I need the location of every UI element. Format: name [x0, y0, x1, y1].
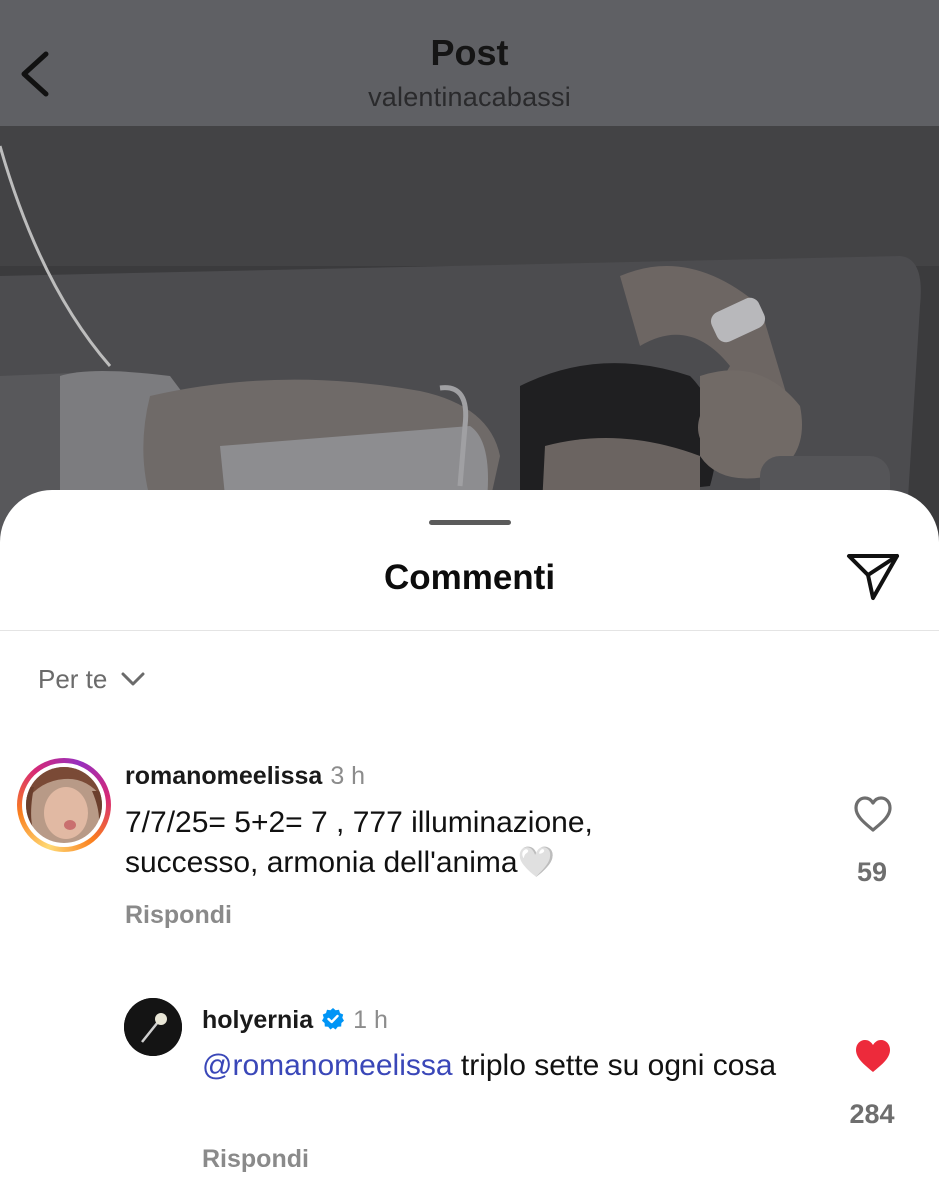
reply-button[interactable]: Rispondi: [202, 1145, 309, 1174]
avatar-image: [124, 998, 182, 1056]
like-button[interactable]: [852, 1036, 894, 1076]
sheet-drag-handle[interactable]: [429, 520, 511, 525]
reply-button[interactable]: Rispondi: [125, 901, 232, 930]
comment-username-text: holyernia: [202, 1006, 314, 1034]
sort-dropdown[interactable]: Per te: [38, 662, 147, 696]
sheet-title: Commenti: [383, 558, 556, 597]
comment-text: @romanomeelissa triplo sette su ogni cos…: [202, 1046, 802, 1086]
comment-username[interactable]: romanomeelissa 3 h: [125, 762, 365, 791]
avatar-image: [26, 767, 102, 843]
share-button[interactable]: [843, 548, 903, 604]
post-image: [0, 126, 939, 546]
verified-badge-icon: [322, 1008, 345, 1030]
comment-username[interactable]: holyernia 1 h: [202, 1006, 388, 1035]
comment-username-text: romanomeelissa: [125, 762, 323, 790]
top-bar: Post valentinacabassi: [0, 0, 939, 126]
send-icon: [847, 554, 899, 600]
comments-sheet: Commenti Per te romanomeelissa 3 h 7/7/2…: [0, 490, 939, 1200]
divider: [0, 630, 939, 631]
comment-timestamp: 3 h: [330, 762, 366, 790]
sort-label: Per te: [38, 663, 108, 694]
heart-filled-icon: [856, 1040, 890, 1072]
comment-body: triplo sette su ogni cosa: [452, 1049, 777, 1082]
heart-outline-icon: [854, 796, 892, 832]
post-author-username[interactable]: valentinacabassi: [0, 82, 939, 113]
avatar[interactable]: [124, 998, 182, 1056]
like-button[interactable]: [852, 794, 894, 834]
comment-text: 7/7/25= 5+2= 7 , 777 illuminazione, succ…: [125, 806, 593, 879]
chevron-down-icon: [121, 672, 145, 686]
like-count: 59: [856, 857, 888, 887]
mention-link[interactable]: @romanomeelissa: [202, 1049, 453, 1082]
page-title: Post: [430, 32, 509, 73]
avatar[interactable]: [17, 758, 111, 852]
comment-timestamp: 1 h: [353, 1006, 388, 1034]
like-count: 284: [849, 1099, 895, 1129]
